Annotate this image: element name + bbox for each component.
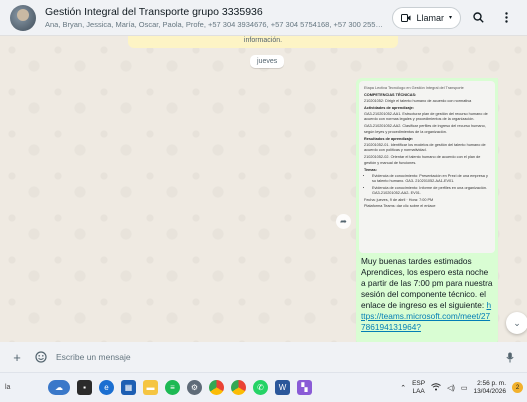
date-divider: jueves [250, 55, 285, 68]
doc-paragraph: GA3-210201052-AA1. Estructurar plan de g… [364, 111, 488, 122]
system-tray: ⌃ ESP LAA ◁) ▭ 2:56 p. m. 13/04/2026 2 [400, 380, 527, 396]
system-message: información. [128, 36, 398, 48]
outgoing-message[interactable]: Etapa Lectiva Tecnólogo en Gestión Integ… [356, 78, 498, 342]
taskbar-apps: ☁ ▪ e ▦ ▬ ≡ ⚙ ✆ W ▚ [48, 380, 312, 395]
widgets-icon[interactable]: ☁ [48, 380, 70, 395]
file-explorer-icon[interactable]: ▬ [143, 380, 158, 395]
doc-list-item: Evidencia de conocimiento: Presentación … [372, 174, 490, 185]
windows-taskbar: la ☁ ▪ e ▦ ▬ ≡ ⚙ ✆ W ▚ ⌃ ESP LAA ◁) ▭ 2:… [0, 372, 527, 402]
notification-badge[interactable]: 2 [512, 382, 523, 393]
message-text: Muy buenas tardes estimados Aprendices, … [359, 253, 495, 333]
chevron-down-icon: ▾ [448, 15, 452, 21]
group-avatar[interactable] [10, 4, 36, 31]
store-icon[interactable]: ▦ [121, 380, 136, 395]
doc-list-item: Evidencia de conocimiento: Informe de pe… [372, 186, 490, 197]
document-image[interactable]: Etapa Lectiva Tecnólogo en Gestión Integ… [359, 81, 495, 253]
doc-paragraph: 210201052: Dirigir el talento humano de … [364, 98, 472, 103]
chevron-down-icon: ⌄ [513, 317, 521, 328]
battery-icon[interactable]: ▭ [461, 384, 468, 392]
search-icon[interactable] [467, 7, 489, 29]
language-code: ESP [412, 379, 426, 387]
spotify-icon[interactable]: ≡ [165, 380, 180, 395]
call-label: Llamar [416, 12, 444, 23]
clock-date: 13/04/2026 [473, 387, 506, 395]
chat-title: Gestión Integral del Transporte grupo 33… [45, 6, 263, 18]
clock[interactable]: 2:56 p. m. 13/04/2026 [473, 380, 506, 396]
chat-members: Ana, Bryan, Jessica, María, Oscar, Paola… [45, 20, 385, 29]
doc-platform-line: Plataforma Teams: dar clic sobre el enla… [364, 203, 436, 208]
doc-paragraph: 210201052-01. Identificar los modelos de… [364, 142, 486, 153]
doc-paragraph: GA3-210201052-AA2. Clasificar perfiles d… [364, 124, 486, 134]
task-view-icon[interactable]: ▪ [77, 380, 92, 395]
doc-paragraph: 210201052-02. Orientar el talento humano… [364, 155, 481, 165]
keyboard-layout: LAA [412, 387, 425, 395]
wifi-icon[interactable] [431, 382, 441, 393]
chat-header: Gestión Integral del Transporte grupo 33… [0, 0, 527, 36]
message-input[interactable] [56, 346, 495, 368]
edge-icon[interactable]: e [99, 380, 114, 395]
forward-icon[interactable]: ➦ [336, 214, 351, 229]
whatsapp-icon[interactable]: ✆ [253, 380, 268, 395]
code-icon[interactable]: ▚ [297, 380, 312, 395]
microphone-icon[interactable] [501, 348, 519, 366]
settings-icon[interactable]: ⚙ [187, 380, 202, 395]
message-list[interactable]: información. jueves ➦ Etapa Lectiva Tecn… [0, 36, 527, 342]
scroll-down-button[interactable]: ⌄ [506, 312, 527, 334]
taskbar-left-label: la [5, 384, 11, 391]
chrome-profile-icon[interactable] [231, 380, 246, 395]
message-body: Muy buenas tardes estimados Aprendices, … [361, 256, 493, 310]
call-button[interactable]: Llamar ▾ [392, 6, 461, 29]
video-camera-icon [401, 13, 411, 22]
chrome-icon[interactable] [209, 380, 224, 395]
plus-icon[interactable]: + [8, 348, 26, 366]
volume-icon[interactable]: ◁) [447, 384, 455, 392]
doc-list: Evidencia de conocimiento: Presentación … [372, 174, 490, 197]
doc-heading: Etapa Lectiva Tecnólogo en Gestión Integ… [364, 86, 464, 90]
kebab-menu-icon[interactable] [495, 7, 517, 29]
language-indicator[interactable]: ESP LAA [412, 380, 425, 396]
emoji-icon[interactable] [32, 348, 50, 366]
clock-time: 2:56 p. m. [477, 379, 506, 387]
chat-title-block[interactable]: Gestión Integral del Transporte grupo 33… [45, 6, 384, 29]
message-composer: + [0, 342, 527, 372]
chevron-up-icon[interactable]: ⌃ [400, 384, 406, 392]
word-icon[interactable]: W [275, 380, 290, 395]
